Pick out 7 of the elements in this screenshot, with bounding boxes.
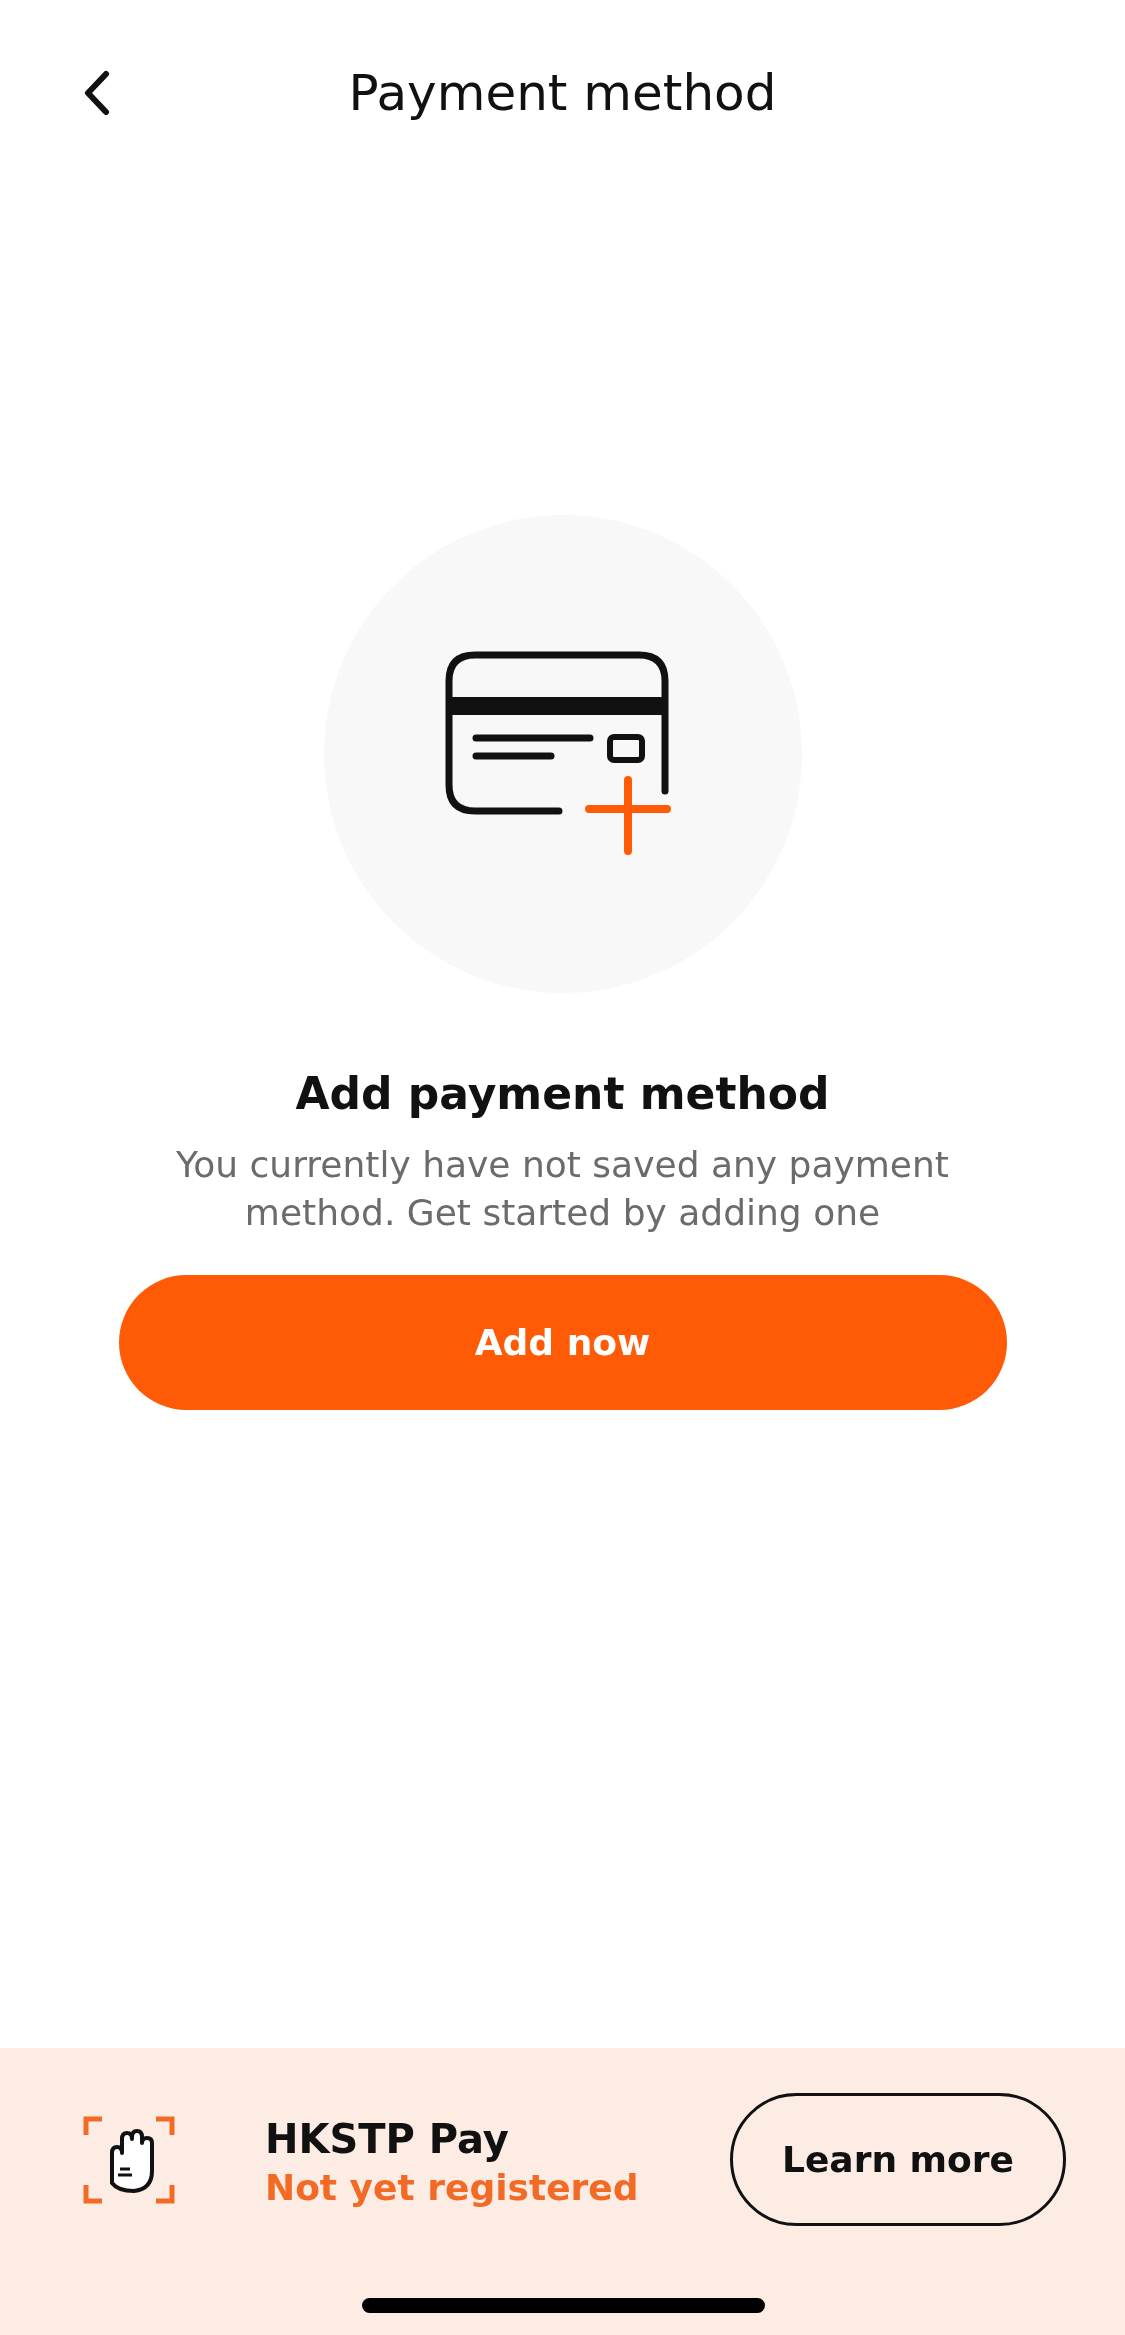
page-title: Payment method <box>348 62 777 124</box>
registration-status: Not yet registered <box>265 2166 639 2210</box>
empty-state-title: Add payment method <box>295 1067 830 1121</box>
back-icon <box>82 70 110 116</box>
empty-state-description: You currently have not saved any payment method. Get started by adding one <box>175 1143 950 1235</box>
banner-title: HKSTP Pay <box>265 2115 510 2164</box>
learn-more-button[interactable]: Learn more <box>730 2093 1066 2226</box>
